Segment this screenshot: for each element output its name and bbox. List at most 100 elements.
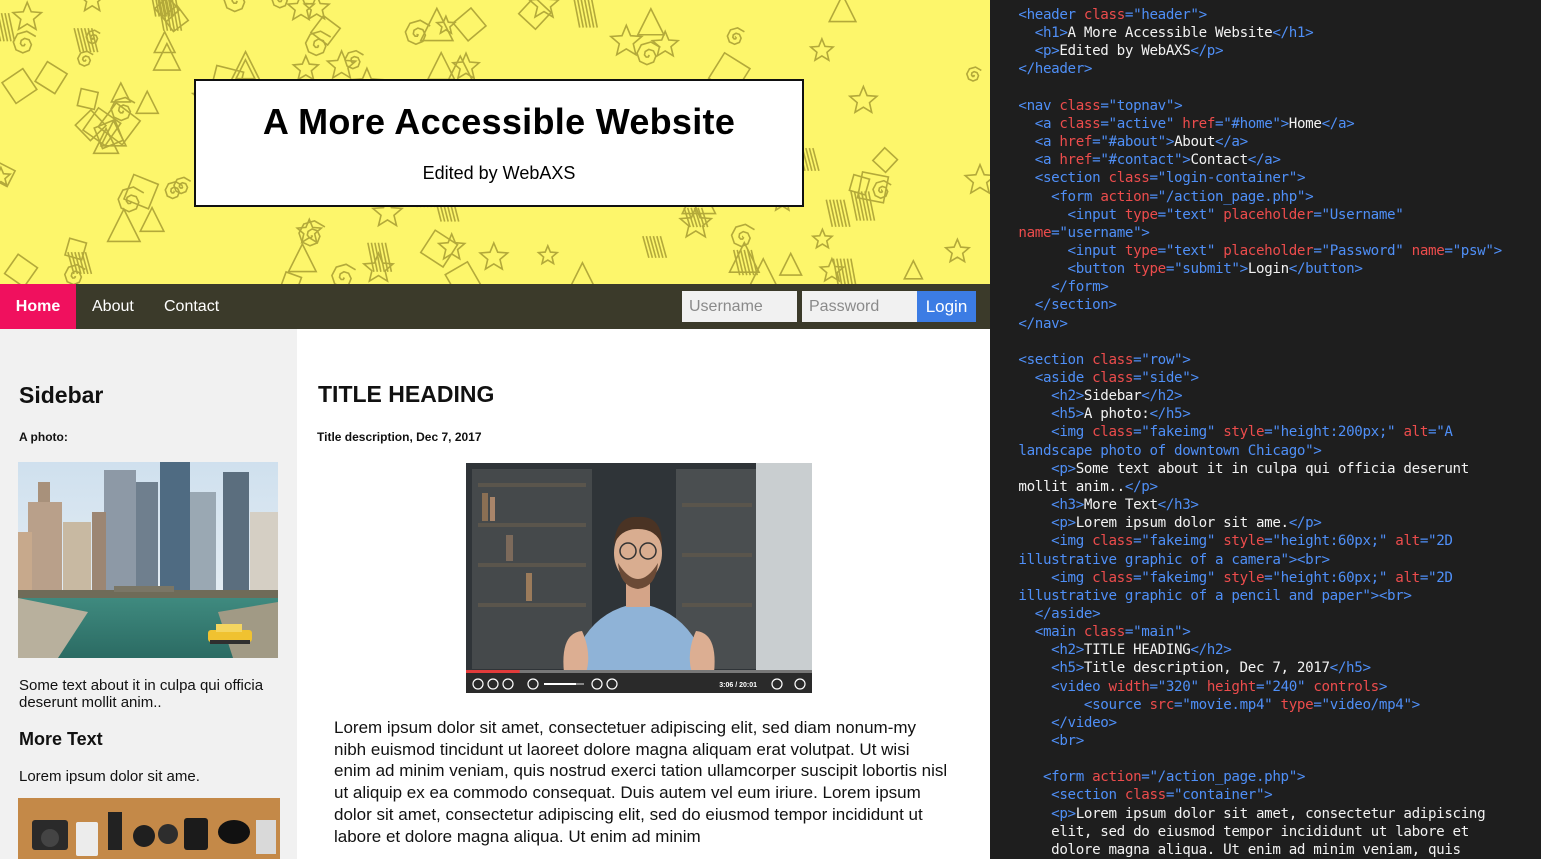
code-line: landscape photo of downtown Chicago"> bbox=[1002, 442, 1321, 460]
code-token: class bbox=[1092, 533, 1134, 550]
code-line: <input type="text" placeholder="Username… bbox=[1002, 206, 1404, 224]
doodle-shape bbox=[827, 0, 858, 23]
video-player[interactable]: 3:06 / 20:01 bbox=[466, 463, 812, 693]
nav-home[interactable]: Home bbox=[0, 284, 76, 329]
code-token: = bbox=[1124, 624, 1134, 641]
code-token: </a> bbox=[1247, 152, 1281, 169]
code-token: class bbox=[1083, 7, 1125, 23]
code-token: </p> bbox=[1190, 43, 1224, 60]
code-line: </aside> bbox=[1002, 605, 1101, 623]
code-line: mollit anim..</p> bbox=[1002, 478, 1158, 496]
code-line: elit, sed do eiusmod tempor incididunt u… bbox=[1002, 823, 1469, 841]
code-token: </form> bbox=[1002, 279, 1109, 296]
code-token: "height:60px;" bbox=[1272, 569, 1396, 586]
code-line: <h2>TITLE HEADING</h2> bbox=[1002, 641, 1232, 659]
main-content: TITLE HEADING Title description, Dec 7, … bbox=[297, 329, 990, 859]
code-token: class bbox=[1083, 624, 1125, 641]
code-token: Home bbox=[1288, 115, 1322, 132]
code-token: > bbox=[1165, 134, 1175, 151]
doodle-shape bbox=[943, 237, 972, 264]
code-token: </button> bbox=[1288, 261, 1363, 278]
code-token: "main" bbox=[1133, 624, 1183, 641]
doodle-shape bbox=[872, 179, 892, 200]
code-token: </p> bbox=[1288, 515, 1322, 532]
code-token: = bbox=[1419, 533, 1429, 550]
code-token: <img bbox=[1002, 533, 1093, 550]
doodle-shape bbox=[12, 30, 37, 54]
code-token: <form bbox=[1002, 188, 1101, 205]
code-line: dolore magna aliqua. Ut enim ad minim ve… bbox=[1002, 841, 1461, 859]
doodle-shape bbox=[450, 51, 482, 80]
code-token: style bbox=[1223, 533, 1265, 550]
doodle-shape bbox=[847, 84, 879, 114]
code-token: <h5> bbox=[1002, 660, 1084, 677]
doodle-shape bbox=[444, 260, 482, 284]
code-token: = bbox=[1149, 170, 1158, 187]
code-token: = bbox=[1149, 678, 1158, 695]
doodle-shape bbox=[850, 191, 876, 221]
code-token: "Password" bbox=[1321, 242, 1412, 259]
code-token: height bbox=[1206, 678, 1257, 695]
username-input[interactable] bbox=[682, 291, 797, 322]
code-token: "#home" bbox=[1223, 115, 1281, 132]
code-line: <br> bbox=[1002, 732, 1084, 750]
code-token: src bbox=[1149, 696, 1175, 713]
chicago-photo bbox=[18, 462, 278, 658]
code-token: name bbox=[1411, 242, 1445, 259]
code-token: class bbox=[1124, 787, 1166, 804]
code-token: = bbox=[1313, 206, 1322, 223]
code-token: = bbox=[1215, 115, 1224, 132]
code-line: <section class="login-container"> bbox=[1002, 169, 1306, 187]
code-line: illustrative graphic of a camera"><br> bbox=[1002, 551, 1330, 569]
code-token: </p> bbox=[1124, 478, 1158, 495]
doodle-shape bbox=[73, 27, 99, 53]
code-token: width bbox=[1108, 678, 1150, 695]
code-line: </video> bbox=[1002, 714, 1117, 732]
code-token: "username" bbox=[1059, 224, 1142, 241]
code-token: <img bbox=[1002, 569, 1093, 586]
code-token: <br> bbox=[1378, 587, 1412, 604]
nav-contact[interactable]: Contact bbox=[149, 284, 234, 329]
doodle-shape bbox=[871, 146, 899, 174]
code-token: class bbox=[1092, 370, 1134, 386]
code-token: href bbox=[1182, 115, 1216, 132]
more-text-body: Lorem ipsum dolor sit ame. bbox=[19, 768, 200, 785]
code-token: = bbox=[1313, 242, 1322, 259]
code-token: class bbox=[1092, 351, 1134, 368]
doodle-shape bbox=[117, 186, 145, 213]
code-token: > bbox=[1280, 115, 1290, 132]
code-token: <nav bbox=[1002, 97, 1060, 114]
code-token: About bbox=[1174, 134, 1216, 151]
doodle-shape bbox=[106, 207, 142, 243]
code-token: Title description, Dec 7, 2017 bbox=[1083, 660, 1330, 677]
code-line: <img class="fakeimg" style="height:200px… bbox=[1002, 423, 1453, 441]
code-line: <p>Lorem ipsum dolor sit ame.</p> bbox=[1002, 514, 1322, 532]
login-button[interactable]: Login bbox=[917, 291, 976, 322]
code-token: <p> bbox=[1002, 460, 1076, 477]
code-token: class bbox=[1108, 170, 1150, 187]
code-token: > bbox=[1378, 678, 1388, 695]
code-token: style bbox=[1223, 569, 1265, 586]
code-token: Sidebar bbox=[1083, 388, 1142, 405]
nav-about[interactable]: About bbox=[77, 284, 149, 329]
video-progress-bar[interactable] bbox=[466, 670, 520, 673]
volume-level[interactable] bbox=[544, 683, 576, 685]
code-token: A More Accessible Website bbox=[1067, 25, 1273, 42]
password-input[interactable] bbox=[802, 291, 917, 322]
code-line: <p>Edited by WebAXS</p> bbox=[1002, 42, 1224, 60]
code-token: = bbox=[1100, 97, 1109, 114]
code-token: <p> bbox=[1002, 515, 1076, 532]
code-token: </a> bbox=[1321, 115, 1355, 132]
code-line: name="username"> bbox=[1002, 224, 1149, 242]
code-token: placeholder bbox=[1223, 206, 1314, 223]
code-token: "fakeimg" bbox=[1141, 424, 1224, 441]
doodle-shape bbox=[83, 0, 102, 13]
code-token: class bbox=[1059, 115, 1101, 132]
code-token: <aside bbox=[1002, 370, 1093, 386]
doodle-shape bbox=[528, 0, 560, 19]
doodle-shape bbox=[110, 96, 136, 122]
code-token: Some text about it in culpa qui officia … bbox=[1075, 460, 1470, 477]
sidebar-heading: Sidebar bbox=[19, 382, 104, 408]
code-line: <a class="active" href="#home">Home</a> bbox=[1002, 115, 1355, 133]
code-token: </h2> bbox=[1141, 388, 1183, 405]
